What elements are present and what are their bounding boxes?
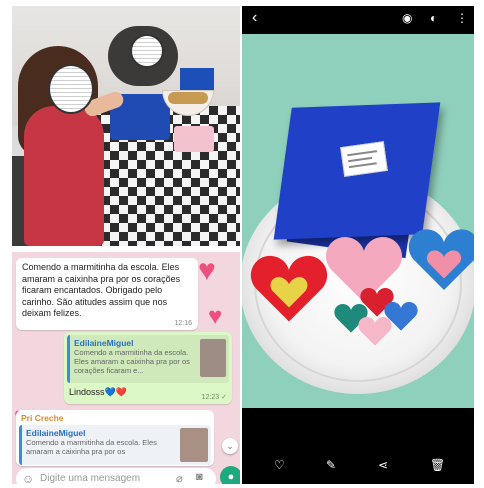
photo-viewer: ‹ ◉ ◐ ⋮ ♡ ✎ ⋖ 🗑	[242, 6, 474, 484]
message-time: 12:16	[174, 320, 192, 327]
nfc-icon[interactable]: ◐	[430, 11, 437, 25]
children-eating-photo	[12, 6, 240, 246]
quoted-message[interactable]: EdilaineMiguel Comendo a marmitinha da e…	[67, 335, 229, 383]
child-girl	[24, 106, 104, 246]
viewer-bottom-bar: ♡ ✎ ⋖ 🗑	[242, 454, 474, 480]
message-input[interactable]: Digite uma mensagem	[40, 473, 140, 484]
edit-icon[interactable]: ✎	[326, 458, 336, 472]
heart-sticker-icon: ♥	[198, 254, 216, 287]
quoted-message[interactable]: EdilaineMiguel Comendo a marmitinha da e…	[19, 425, 211, 465]
eye-icon[interactable]: ◉	[402, 11, 412, 25]
share-icon[interactable]: ⋖	[378, 458, 388, 472]
pink-box	[174, 126, 214, 152]
quoted-text: Comendo a marmitinha da escola. Eles ama…	[26, 438, 157, 456]
quoted-photo-thumbnail	[180, 428, 208, 462]
red-heart	[250, 252, 328, 324]
more-icon[interactable]: ⋮	[456, 11, 468, 25]
emoji-icon[interactable]: ☺	[22, 472, 34, 484]
face-blur-2	[130, 34, 164, 68]
sender-name: Pri Creche	[21, 413, 64, 423]
camera-icon[interactable]: ◙	[196, 471, 203, 483]
incoming-message[interactable]: Comendo a marmitinha da escola. Eles ama…	[16, 258, 198, 330]
screenshot-collage: ♥ ♥ ♥ Comendo a marmitinha da escola. El…	[0, 0, 484, 488]
heart-sticker-icon: ♥	[208, 303, 223, 330]
blue-box	[180, 68, 214, 90]
small-pink-heart	[358, 314, 392, 348]
message-time: 12:23 ✓	[201, 394, 227, 401]
blue-box-photo	[242, 34, 474, 408]
message-input-bar[interactable]: ☺ Digite uma mensagem ⌀ ◙	[16, 468, 216, 484]
scroll-down-icon[interactable]: ⌄	[222, 438, 238, 454]
face-blur-1	[48, 64, 94, 114]
quoted-photo-thumbnail	[200, 339, 226, 377]
blue-heart	[408, 226, 474, 292]
viewer-top-bar: ‹ ◉ ◐ ⋮	[242, 6, 474, 32]
box-label	[340, 141, 388, 177]
delete-icon[interactable]: 🗑	[430, 458, 445, 472]
microphone-icon[interactable]: ●	[220, 466, 240, 484]
quoted-text: Comendo a marmitinha da escola. Eles ama…	[74, 348, 190, 375]
heart-icon[interactable]: ♡	[274, 458, 285, 472]
incoming-reply-message[interactable]: Pri Creche EdilaineMiguel Comendo a marm…	[16, 410, 214, 466]
left-panel: ♥ ♥ ♥ Comendo a marmitinha da escola. El…	[12, 6, 240, 484]
message-text: Comendo a marmitinha da escola. Eles ama…	[22, 262, 181, 318]
back-icon[interactable]: ‹	[252, 10, 257, 26]
outgoing-message[interactable]: EdilaineMiguel Comendo a marmitinha da e…	[64, 332, 232, 404]
whatsapp-chat: ♥ ♥ ♥ Comendo a marmitinha da escola. El…	[12, 252, 240, 484]
food	[168, 92, 208, 104]
attach-icon[interactable]: ⌀	[176, 472, 183, 484]
